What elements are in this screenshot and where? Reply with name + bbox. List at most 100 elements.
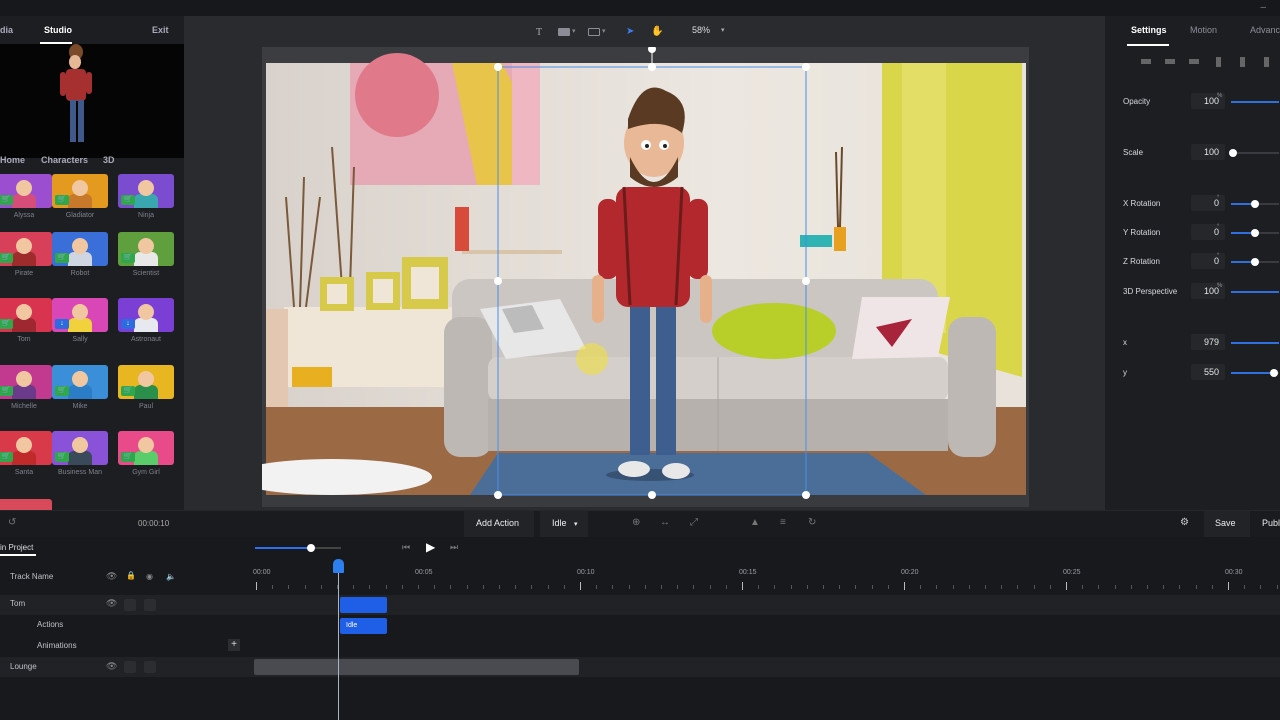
align-middle-icon[interactable]	[1240, 57, 1245, 67]
hand-tool-icon[interactable]: ✋	[651, 26, 663, 37]
speaker-icon[interactable]: 🔈	[166, 572, 176, 581]
property-value-input[interactable]: 0	[1191, 253, 1225, 269]
tab-media[interactable]: dia	[0, 25, 13, 35]
character-thumbnail[interactable]: 🛒	[0, 232, 52, 266]
align-top-icon[interactable]	[1216, 57, 1221, 67]
add-action-button[interactable]: Add Action	[476, 518, 519, 528]
track-row[interactable]	[0, 595, 1280, 615]
property-slider[interactable]	[1231, 152, 1279, 154]
lock-toggle[interactable]	[124, 661, 136, 673]
select-cursor-icon[interactable]: ➤	[626, 26, 634, 37]
save-button[interactable]: Save	[1215, 518, 1236, 528]
undo-icon[interactable]: ↺	[8, 517, 16, 528]
character-thumbnail[interactable]: 🛒	[118, 174, 174, 208]
tab-exit[interactable]: Exit	[152, 25, 169, 35]
minimize-icon[interactable]: –	[1260, 2, 1266, 13]
shape-tool-icon[interactable]	[558, 28, 570, 36]
category-3d[interactable]: 3D	[103, 155, 115, 165]
property-label: Scale	[1123, 148, 1144, 157]
zoom-level[interactable]: 58%	[692, 25, 710, 35]
slider-knob[interactable]	[1251, 229, 1259, 237]
timeline-clip[interactable]	[340, 597, 387, 613]
publish-button[interactable]: Publ	[1262, 518, 1280, 528]
tab-settings[interactable]: Settings	[1131, 25, 1167, 35]
eye-icon[interactable]: 👁	[106, 598, 117, 609]
idle-clip[interactable]: Idle	[340, 618, 387, 634]
playhead[interactable]	[333, 559, 344, 573]
tab-advanced[interactable]: Advanc	[1250, 25, 1280, 35]
time-tick	[1228, 582, 1229, 590]
character-thumbnail[interactable]: 🛒	[52, 431, 108, 465]
property-value-input[interactable]: 0	[1191, 195, 1225, 211]
property-slider[interactable]	[1231, 101, 1279, 103]
category-characters[interactable]: Characters	[41, 155, 88, 165]
slider-knob[interactable]	[1251, 200, 1259, 208]
cart-icon: 🛒	[0, 386, 13, 396]
character-thumbnail[interactable]: 🛒	[52, 174, 108, 208]
property-value-input[interactable]: 979	[1191, 334, 1225, 350]
lock-toggle[interactable]	[124, 599, 136, 611]
eye-icon[interactable]: 👁	[106, 661, 117, 672]
media-tool-icon[interactable]	[588, 28, 600, 36]
property-slider[interactable]	[1231, 342, 1279, 344]
category-home[interactable]: Home	[0, 155, 25, 165]
slider-knob[interactable]	[1229, 149, 1237, 157]
chevron-down-icon[interactable]: ▾	[574, 520, 578, 528]
time-tick	[936, 585, 937, 589]
character-thumbnail[interactable]: 🛒	[52, 365, 108, 399]
binoculars-icon[interactable]: ◉	[146, 572, 153, 581]
align-icon[interactable]: ≡	[780, 517, 786, 528]
slider-knob[interactable]	[1251, 258, 1259, 266]
tab-motion[interactable]: Motion	[1190, 25, 1217, 35]
target-icon[interactable]: ⊕	[632, 517, 640, 528]
timeline-zoom-knob[interactable]	[307, 544, 315, 552]
current-time: 00:00:10	[138, 519, 170, 528]
eye-icon[interactable]: 👁	[106, 571, 117, 582]
character-thumbnail[interactable]: 🛒	[0, 365, 52, 399]
track-row[interactable]	[0, 657, 1280, 677]
align-center-icon[interactable]	[1165, 59, 1175, 64]
swap-icon[interactable]: ↔	[660, 517, 670, 528]
play-icon[interactable]: ▶	[426, 540, 435, 554]
action-select[interactable]: Idle	[552, 518, 567, 528]
character-label: Gym Girl	[132, 469, 160, 476]
property-value-input[interactable]: 550	[1191, 364, 1225, 380]
character-thumbnail[interactable]: 🛒	[0, 431, 52, 465]
skip-back-icon[interactable]: ⏮	[402, 542, 410, 553]
scene-canvas[interactable]	[262, 47, 1029, 507]
character-thumbnail[interactable]: 🛒	[118, 232, 174, 266]
property-slider[interactable]	[1231, 291, 1279, 293]
character-thumbnail[interactable]: 🛒	[52, 232, 108, 266]
property-label: Y Rotation	[1123, 228, 1161, 237]
text-tool-icon[interactable]: T	[536, 27, 542, 38]
time-tick	[272, 585, 273, 589]
timeline-zoom-track[interactable]	[255, 547, 311, 549]
solo-toggle[interactable]	[144, 661, 156, 673]
character-thumbnail[interactable]: 🛒	[0, 298, 52, 332]
gear-icon[interactable]: ⚙	[1180, 517, 1189, 528]
slider-knob[interactable]	[1270, 369, 1278, 377]
character-thumbnail[interactable]: 🛒	[0, 174, 52, 208]
skip-forward-icon[interactable]: ⏭	[450, 542, 458, 553]
chevron-down-icon[interactable]: ▾	[572, 27, 576, 35]
character-thumbnail[interactable]: 🛒	[118, 431, 174, 465]
character-thumbnail[interactable]: ↓	[52, 298, 108, 332]
resize-icon[interactable]: ⤢	[690, 517, 698, 528]
character-thumbnail[interactable]: 🛒	[118, 365, 174, 399]
align-bottom-icon[interactable]	[1264, 57, 1269, 67]
align-right-icon[interactable]	[1189, 59, 1199, 64]
property-value-input[interactable]: 100	[1191, 144, 1225, 160]
property-value-input[interactable]: 0	[1191, 224, 1225, 240]
lock-icon[interactable]: 🔒	[126, 571, 136, 580]
tab-studio[interactable]: Studio	[44, 25, 72, 35]
character-thumbnail[interactable]: ↓	[118, 298, 174, 332]
flip-icon[interactable]: ▲	[750, 517, 760, 528]
solo-toggle[interactable]	[144, 599, 156, 611]
chevron-down-icon[interactable]: ▾	[721, 26, 725, 34]
rotate-icon[interactable]: ↻	[808, 517, 816, 528]
character-thumbnail[interactable]	[0, 499, 52, 510]
chevron-down-icon[interactable]: ▾	[602, 27, 606, 35]
align-left-icon[interactable]	[1141, 59, 1151, 64]
add-animation-button[interactable]: +	[228, 639, 240, 651]
background-clip[interactable]	[254, 659, 579, 675]
